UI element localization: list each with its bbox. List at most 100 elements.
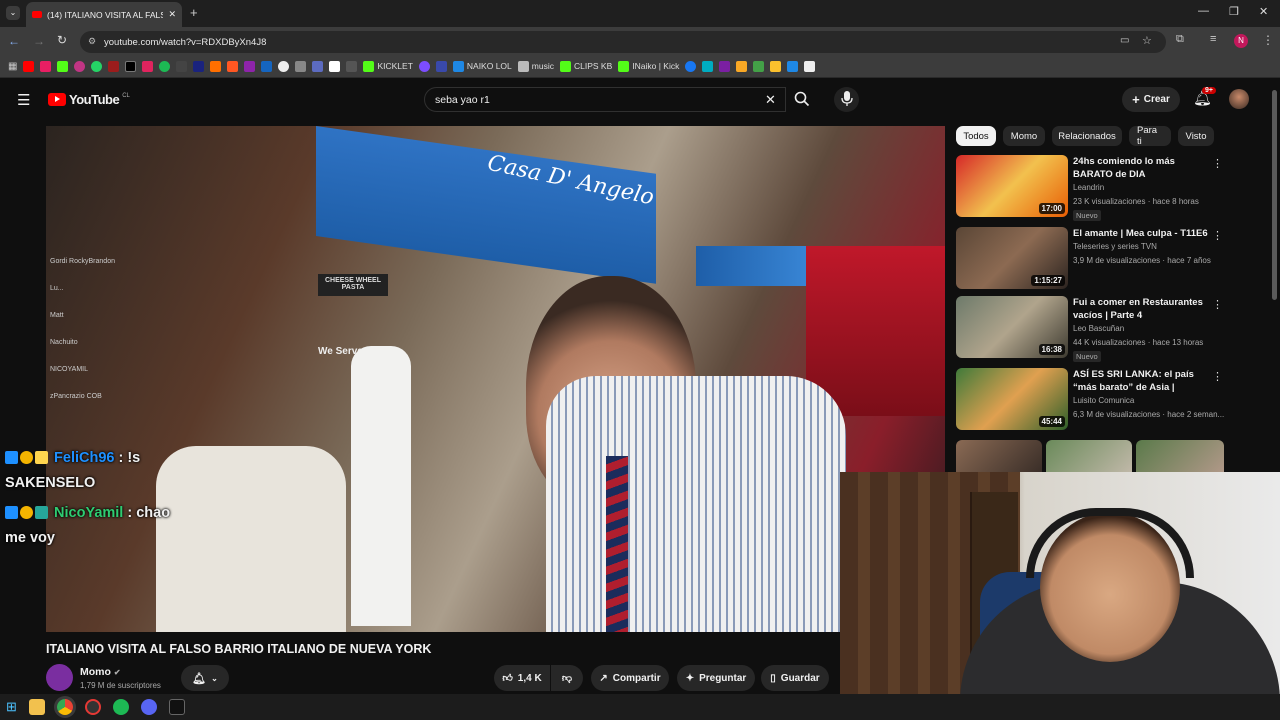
file-explorer-icon[interactable] — [28, 699, 45, 715]
like-button[interactable]: 👍︎ 1,4 K — [494, 665, 550, 691]
bookmark-icon[interactable] — [295, 60, 307, 72]
chip-visto[interactable]: Visto — [1178, 126, 1214, 146]
subscribed-button[interactable]: 🔔︎ ⌄ — [181, 665, 229, 691]
bookmark-icon[interactable] — [176, 60, 188, 72]
back-icon[interactable]: ← — [8, 34, 20, 48]
bookmark-icon[interactable] — [736, 60, 748, 72]
create-button[interactable]: + Crear — [1122, 87, 1180, 112]
profile-avatar[interactable]: N — [1234, 34, 1248, 48]
reading-list-icon[interactable]: ≡ — [1210, 33, 1216, 45]
bookmark-icon[interactable] — [227, 60, 239, 72]
bookmark-icon[interactable] — [329, 60, 341, 72]
video-thumbnail[interactable]: 17:00 — [956, 155, 1068, 217]
cast-icon[interactable]: ▭ — [1120, 35, 1129, 46]
bookmark-icon[interactable] — [244, 60, 256, 72]
obs-icon[interactable] — [168, 699, 185, 715]
bookmark-icon[interactable] — [142, 60, 154, 72]
app-icon[interactable] — [84, 699, 101, 715]
minimize-button[interactable]: — — [1198, 5, 1209, 17]
search-button[interactable] — [786, 87, 818, 112]
more-actions-icon[interactable]: ⋮ — [1212, 298, 1223, 311]
video-thumbnail[interactable]: 45:44 — [956, 368, 1068, 430]
page-scrollbar[interactable] — [1272, 90, 1277, 300]
bookmark-music[interactable]: music — [517, 60, 554, 72]
address-bar[interactable]: ⚙ youtube.com/watch?v=RDXDByXn4J8 ▭ ☆ — [80, 31, 1166, 53]
chip-momo[interactable]: Momo — [1003, 126, 1045, 146]
bookmark-icon[interactable] — [346, 60, 358, 72]
bookmark-icon[interactable] — [312, 60, 324, 72]
bookmark-icon[interactable] — [435, 60, 447, 72]
bookmark-star-icon[interactable]: ☆ — [1142, 34, 1152, 47]
video-title[interactable]: 24hs comiendo lo más BARATO de DIA — [1073, 155, 1208, 181]
extensions-icon[interactable]: ⧉ — [1176, 33, 1184, 46]
channel-name[interactable]: Leo Bascuñan — [1073, 324, 1124, 333]
shorts-thumbnail[interactable] — [1046, 440, 1132, 472]
video-title[interactable]: Fui a comer en Restaurantes vacíos | Par… — [1073, 296, 1208, 322]
video-thumbnail[interactable]: 16:38 — [956, 296, 1068, 358]
bookmark-icon[interactable] — [719, 60, 731, 72]
search-input[interactable]: seba yao r1 ✕ — [424, 87, 786, 112]
youtube-logo[interactable]: YouTube CL — [48, 92, 130, 107]
bookmark-icon[interactable] — [210, 60, 222, 72]
window-close-button[interactable]: ✕ — [1259, 5, 1268, 18]
shorts-thumbnail[interactable] — [1136, 440, 1224, 472]
tab-close-icon[interactable]: ✕ — [168, 9, 176, 20]
bookmark-icon[interactable] — [770, 60, 782, 72]
channel-name[interactable]: Teleseries y series TVN — [1073, 242, 1157, 251]
clear-search-icon[interactable]: ✕ — [765, 92, 776, 108]
bookmark-icon[interactable] — [702, 60, 714, 72]
discord-icon[interactable] — [140, 699, 157, 715]
bookmark-icon[interactable] — [261, 60, 273, 72]
maximize-button[interactable]: ❐ — [1229, 5, 1239, 18]
bookmark-clips-kb[interactable]: CLIPS KB — [559, 60, 612, 72]
bookmark-kicklet[interactable]: KICKLET — [363, 60, 413, 72]
youtube-bookmark-icon[interactable] — [23, 60, 35, 72]
browser-tab-active[interactable]: (14) ITALIANO VISITA AL FALS ✕ — [26, 2, 182, 27]
windows-start-icon[interactable]: ⊞ — [6, 699, 17, 715]
chrome-icon[interactable] — [56, 699, 73, 715]
instagram-bookmark-icon[interactable] — [74, 60, 86, 72]
channel-name[interactable]: Momo ✔ — [80, 666, 121, 678]
browser-menu-icon[interactable]: ⋮ — [1262, 33, 1274, 47]
chip-todos[interactable]: Todos — [956, 126, 996, 146]
related-video[interactable]: 17:00 24hs comiendo lo más BARATO de DIA… — [956, 155, 1223, 221]
channel-name[interactable]: Luisito Comunica — [1073, 396, 1134, 405]
bookmark-icon[interactable] — [278, 60, 290, 72]
share-button[interactable]: ↗ Compartir — [591, 665, 669, 691]
tab-search-button[interactable]: ⌄ — [6, 6, 20, 20]
chip-para-ti[interactable]: Para ti — [1129, 125, 1171, 147]
apps-grid-icon[interactable]: ▦ — [8, 61, 17, 72]
account-avatar[interactable] — [1229, 89, 1249, 109]
menu-icon[interactable]: ☰ — [17, 91, 30, 109]
shorts-thumbnail[interactable] — [956, 440, 1042, 472]
more-actions-icon[interactable]: ⋮ — [1212, 229, 1223, 242]
video-title[interactable]: ASÍ ES SRI LANKA: el país “más barato” d… — [1073, 368, 1208, 395]
related-video[interactable]: 1:15:27 El amante | Mea culpa - T11E6 Te… — [956, 227, 1223, 291]
new-tab-button[interactable]: + — [190, 5, 198, 20]
notifications-button[interactable]: 🔔︎ 9+ — [1193, 87, 1216, 107]
bookmark-naiko-lol[interactable]: NAIKO LOL — [452, 60, 512, 72]
more-actions-icon[interactable]: ⋮ — [1212, 157, 1223, 170]
more-actions-icon[interactable]: ⋮ — [1212, 370, 1223, 383]
dislike-button[interactable]: 👎︎ — [551, 665, 583, 691]
spotify-bookmark-icon[interactable] — [159, 60, 171, 72]
facebook-bookmark-icon[interactable] — [685, 60, 697, 72]
related-video[interactable]: 45:44 ASÍ ES SRI LANKA: el país “más bar… — [956, 368, 1224, 432]
forward-icon[interactable]: → — [33, 34, 45, 48]
whatsapp-bookmark-icon[interactable] — [91, 60, 103, 72]
x-bookmark-icon[interactable] — [125, 60, 137, 72]
twitch-bookmark-icon[interactable] — [40, 60, 52, 72]
video-thumbnail[interactable]: 1:15:27 — [956, 227, 1068, 289]
bookmark-icon[interactable] — [108, 60, 120, 72]
kick-bookmark-icon[interactable] — [57, 60, 69, 72]
video-title[interactable]: El amante | Mea culpa - T11E6 — [1073, 227, 1208, 240]
voice-search-button[interactable] — [834, 87, 859, 112]
bookmark-icon[interactable] — [787, 60, 799, 72]
reload-icon[interactable]: ↻ — [57, 33, 67, 47]
site-info-icon[interactable]: ⚙ — [88, 36, 96, 47]
bookmark-icon[interactable] — [804, 60, 816, 72]
chip-relacionados[interactable]: Relacionados — [1052, 126, 1122, 146]
channel-avatar[interactable] — [46, 664, 73, 691]
bookmark-icon[interactable] — [753, 60, 765, 72]
ask-button[interactable]: ✦ Preguntar — [677, 665, 755, 691]
